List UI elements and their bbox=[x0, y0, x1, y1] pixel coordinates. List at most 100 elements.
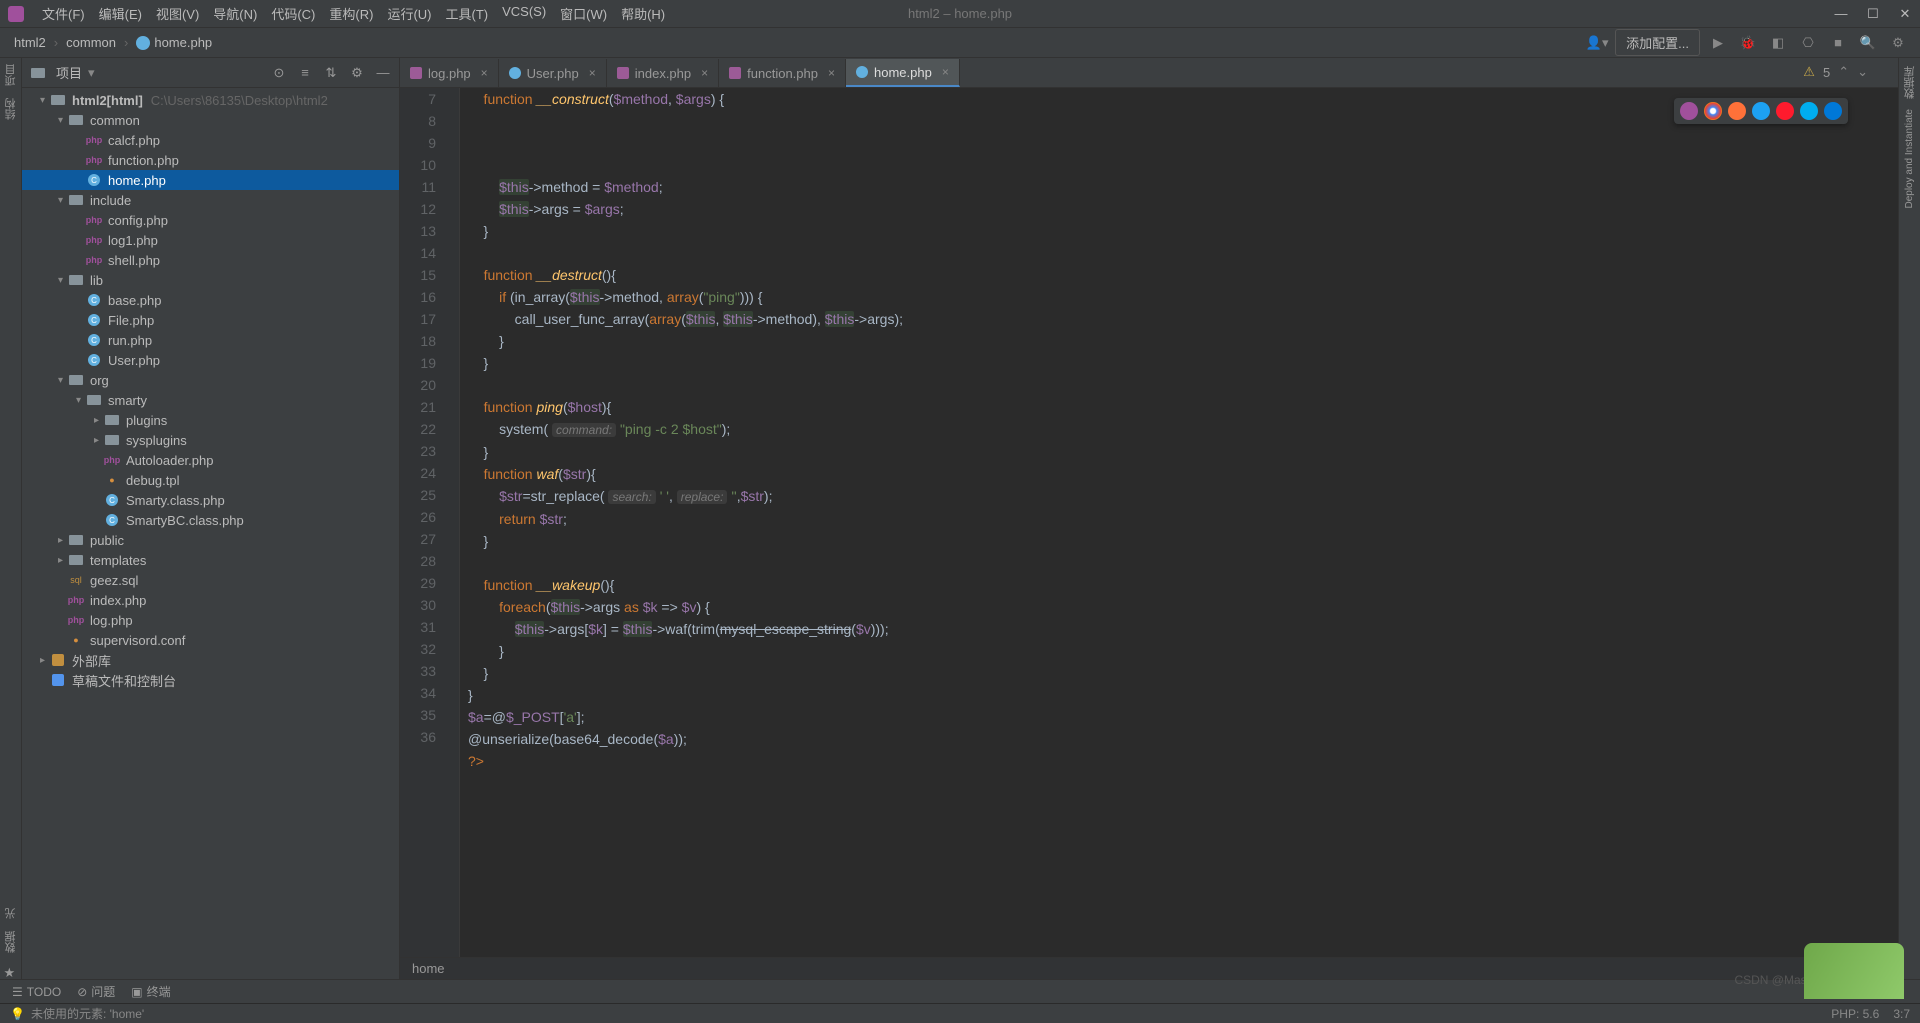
close-icon[interactable]: ✕ bbox=[1898, 7, 1912, 21]
settings-icon[interactable]: ⚙ bbox=[1886, 31, 1910, 55]
stop-icon[interactable]: ■ bbox=[1826, 31, 1850, 55]
editor-tab[interactable]: index.php× bbox=[607, 59, 719, 87]
caret-position[interactable]: 3:7 bbox=[1893, 1007, 1910, 1021]
menu-item[interactable]: 窗口(W) bbox=[554, 2, 613, 25]
minimize-icon[interactable]: — bbox=[1834, 7, 1848, 21]
tree-item[interactable]: phplog1.php bbox=[22, 230, 399, 250]
chevron-icon[interactable]: ▾ bbox=[58, 115, 68, 126]
tree-item[interactable]: ▾common bbox=[22, 110, 399, 130]
menu-item[interactable]: 文件(F) bbox=[36, 2, 91, 25]
tree-item[interactable]: ●debug.tpl bbox=[22, 470, 399, 490]
user-icon[interactable]: 👤▾ bbox=[1585, 31, 1609, 55]
editor-tab[interactable]: home.php× bbox=[846, 59, 960, 87]
crumb-root[interactable]: html2 bbox=[10, 33, 50, 52]
tree-item[interactable]: phplog.php bbox=[22, 610, 399, 630]
terminal-button[interactable]: ▣ 终端 bbox=[131, 983, 170, 1000]
project-tree[interactable]: ▾html2 [html]C:\Users\86135\Desktop\html… bbox=[22, 88, 399, 979]
editor-tab[interactable]: function.php× bbox=[719, 59, 846, 87]
todo-button[interactable]: ☰ TODO bbox=[12, 985, 61, 999]
tree-item[interactable]: CSmarty.class.php bbox=[22, 490, 399, 510]
close-tab-icon[interactable]: × bbox=[828, 66, 835, 80]
gutter-db[interactable]: 数据 bbox=[3, 931, 19, 953]
fold-gutter[interactable] bbox=[446, 88, 460, 957]
gutter-database[interactable]: 数据库 bbox=[1902, 66, 1918, 99]
chevron-icon[interactable]: ▸ bbox=[58, 555, 68, 566]
tree-item[interactable]: Chome.php bbox=[22, 170, 399, 190]
tree-item[interactable]: ●supervisord.conf bbox=[22, 630, 399, 650]
hide-icon[interactable]: — bbox=[375, 65, 391, 81]
chevron-icon[interactable]: ▸ bbox=[94, 435, 104, 446]
search-icon[interactable]: 🔍 bbox=[1856, 31, 1880, 55]
close-tab-icon[interactable]: × bbox=[589, 66, 596, 80]
code-content[interactable]: function __construct($method, $args) { $… bbox=[460, 88, 1898, 957]
expand-down-icon[interactable]: ⌄ bbox=[1857, 64, 1868, 80]
php-version[interactable]: PHP: 5.6 bbox=[1831, 1007, 1879, 1021]
tree-item[interactable]: ▸public bbox=[22, 530, 399, 550]
gear-icon[interactable]: ⚙ bbox=[349, 65, 365, 81]
chevron-icon[interactable]: ▸ bbox=[58, 535, 68, 546]
gutter-structure[interactable]: 结构 bbox=[3, 98, 19, 120]
tree-item[interactable]: phpfunction.php bbox=[22, 150, 399, 170]
run-icon[interactable]: ▶ bbox=[1706, 31, 1730, 55]
expand-icon[interactable]: ≡ bbox=[297, 65, 313, 81]
close-tab-icon[interactable]: × bbox=[481, 66, 488, 80]
close-tab-icon[interactable]: × bbox=[942, 65, 949, 79]
tree-item[interactable]: 草稿文件和控制台 bbox=[22, 670, 399, 690]
tree-item[interactable]: phpindex.php bbox=[22, 590, 399, 610]
close-tab-icon[interactable]: × bbox=[701, 66, 708, 80]
menu-item[interactable]: VCS(S) bbox=[496, 2, 552, 25]
gutter-favorites[interactable]: 光 bbox=[3, 908, 19, 919]
tree-item[interactable]: ▸templates bbox=[22, 550, 399, 570]
debug-icon[interactable]: 🐞 bbox=[1736, 31, 1760, 55]
locate-icon[interactable]: ⊙ bbox=[271, 65, 287, 81]
collapse-icon[interactable]: ⇅ bbox=[323, 65, 339, 81]
menu-item[interactable]: 重构(R) bbox=[323, 2, 379, 25]
menu-item[interactable]: 编辑(E) bbox=[93, 2, 148, 25]
editor-tab[interactable]: User.php× bbox=[499, 59, 607, 87]
chevron-icon[interactable]: ▸ bbox=[94, 415, 104, 426]
tree-item[interactable]: ▾include bbox=[22, 190, 399, 210]
profile-icon[interactable]: ⎔ bbox=[1796, 31, 1820, 55]
gutter-deploy[interactable]: Deploy and Instantiate bbox=[1904, 109, 1915, 209]
maximize-icon[interactable]: ☐ bbox=[1866, 7, 1880, 21]
chevron-icon[interactable]: ▾ bbox=[58, 375, 68, 386]
tree-item[interactable]: CFile.php bbox=[22, 310, 399, 330]
crumb-file[interactable]: home.php bbox=[132, 33, 216, 53]
problems-button[interactable]: ⊘ 问题 bbox=[77, 983, 115, 1000]
notification-balloon[interactable] bbox=[1804, 943, 1904, 999]
tree-item[interactable]: ▸外部库 bbox=[22, 650, 399, 670]
collapse-up-icon[interactable]: ⌃ bbox=[1838, 64, 1849, 80]
gutter-project[interactable]: 项目 bbox=[3, 64, 19, 86]
chevron-icon[interactable]: ▾ bbox=[58, 275, 68, 286]
tree-item[interactable]: ▸plugins bbox=[22, 410, 399, 430]
chevron-icon[interactable]: ▾ bbox=[76, 395, 86, 406]
menu-item[interactable]: 代码(C) bbox=[265, 2, 321, 25]
code-editor[interactable]: 7891011121314151617181920212223242526272… bbox=[400, 88, 1898, 957]
chevron-icon[interactable]: ▾ bbox=[58, 195, 68, 206]
add-config-button[interactable]: 添加配置... bbox=[1615, 29, 1700, 56]
tree-root[interactable]: ▾html2 [html]C:\Users\86135\Desktop\html… bbox=[22, 90, 399, 110]
tree-item[interactable]: Cbase.php bbox=[22, 290, 399, 310]
menu-item[interactable]: 帮助(H) bbox=[615, 2, 671, 25]
coverage-icon[interactable]: ◧ bbox=[1766, 31, 1790, 55]
tree-item[interactable]: phpshell.php bbox=[22, 250, 399, 270]
menu-item[interactable]: 运行(U) bbox=[381, 2, 437, 25]
tree-item[interactable]: CSmartyBC.class.php bbox=[22, 510, 399, 530]
menu-item[interactable]: 工具(T) bbox=[439, 2, 494, 25]
chevron-down-icon[interactable]: ▾ bbox=[88, 65, 95, 81]
tree-item[interactable]: sqlgeez.sql bbox=[22, 570, 399, 590]
star-icon[interactable]: ★ bbox=[4, 965, 18, 979]
tree-item[interactable]: ▾org bbox=[22, 370, 399, 390]
editor-tab[interactable]: log.php× bbox=[400, 59, 499, 87]
tree-item[interactable]: phpAutoloader.php bbox=[22, 450, 399, 470]
tree-item[interactable]: phpcalcf.php bbox=[22, 130, 399, 150]
menu-item[interactable]: 视图(V) bbox=[150, 2, 205, 25]
tree-item[interactable]: Crun.php bbox=[22, 330, 399, 350]
tree-item[interactable]: CUser.php bbox=[22, 350, 399, 370]
code-breadcrumb[interactable]: home bbox=[400, 957, 1898, 979]
menu-item[interactable]: 导航(N) bbox=[207, 2, 263, 25]
tree-item[interactable]: ▸sysplugins bbox=[22, 430, 399, 450]
quickfix-icon[interactable]: 💡 bbox=[10, 1007, 25, 1021]
tree-item[interactable]: phpconfig.php bbox=[22, 210, 399, 230]
tree-item[interactable]: ▾lib bbox=[22, 270, 399, 290]
